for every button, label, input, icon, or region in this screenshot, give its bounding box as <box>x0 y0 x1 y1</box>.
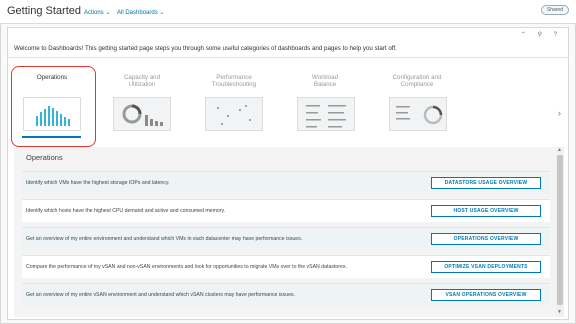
page-title: Getting Started <box>7 5 81 17</box>
gauge-icon <box>396 105 443 125</box>
list-item: Get an overview of my entire vSAN enviro… <box>22 283 550 306</box>
tab-capacity-utilization[interactable]: Capacity and Utilization <box>106 74 178 88</box>
panel-toolbar[interactable]: ⌃ ⚲ ? <box>521 31 562 38</box>
shared-badge[interactable]: Shared <box>540 5 569 15</box>
list-item: Identify which hosts have the highest CP… <box>22 199 550 222</box>
tab-configuration-label-1: Configuration and <box>392 74 442 81</box>
configuration-thumbnail[interactable] <box>389 97 447 131</box>
section-title: Operations <box>26 153 63 162</box>
list-item: Identify which VMs have the highest stor… <box>22 171 550 194</box>
workload-thumbnail[interactable] <box>297 97 355 131</box>
row-description: Compare the performance of my vSAN and n… <box>26 264 347 270</box>
scrollbar-thumb[interactable] <box>557 155 563 305</box>
donut-bar-icon <box>122 104 163 126</box>
tab-capacity-label-2: Utilization <box>128 81 156 88</box>
welcome-text: Welcome to Dashboards! This getting star… <box>14 45 397 52</box>
list-item: Compare the performance of my vSAN and n… <box>22 255 550 278</box>
row-description: Get an overview of my entire environment… <box>26 236 303 242</box>
capacity-thumbnail[interactable] <box>113 97 171 131</box>
tab-performance-troubleshooting[interactable]: Performance Troubleshooting <box>198 74 270 88</box>
optimize-vsan-deployments-button[interactable]: OPTIMIZE VSAN DEPLOYMENTS <box>431 261 541 273</box>
bar-chart-icon <box>36 106 70 126</box>
performance-thumbnail[interactable] <box>205 97 263 131</box>
divider <box>7 57 569 58</box>
tab-performance-label-1: Performance <box>216 74 252 81</box>
row-description: Get an overview of my entire vSAN enviro… <box>26 292 296 298</box>
tab-operations-label: Operations <box>36 74 68 81</box>
page-header: Getting Started Actions ⌄ All Dashboards… <box>0 0 576 24</box>
tab-workload-label-1: Workload <box>311 74 339 81</box>
tab-workload-label-2: Balance <box>313 81 337 88</box>
vsan-operations-overview-button[interactable]: VSAN OPERATIONS OVERVIEW <box>431 289 541 301</box>
list-icon <box>306 105 346 128</box>
actions-menu[interactable]: Actions ⌄ <box>84 9 110 16</box>
datastore-usage-overview-button[interactable]: DATASTORE USAGE OVERVIEW <box>431 177 541 189</box>
all-dashboards-menu[interactable]: All Dashboards ⌄ <box>117 9 164 16</box>
tab-performance-label-2: Troubleshooting <box>211 81 257 88</box>
scroll-down-icon[interactable]: ▼ <box>557 309 562 315</box>
operations-thumbnail[interactable] <box>23 97 81 131</box>
row-description: Identify which VMs have the highest stor… <box>26 180 170 186</box>
tab-configuration-compliance[interactable]: Configuration and Compliance <box>381 74 453 88</box>
tab-workload-balance[interactable]: Workload Balance <box>289 74 361 88</box>
tab-configuration-label-2: Compliance <box>400 81 434 88</box>
tab-capacity-label-1: Capacity and <box>123 74 161 81</box>
vertical-scrollbar[interactable]: ▲ ▼ <box>556 147 564 317</box>
chevron-right-icon[interactable]: › <box>558 108 561 118</box>
scroll-up-icon[interactable]: ▲ <box>557 147 562 153</box>
list-item: Get an overview of my entire environment… <box>22 227 550 250</box>
row-description: Identify which hosts have the highest CP… <box>26 208 226 214</box>
tab-operations[interactable]: Operations <box>16 74 88 81</box>
host-usage-overview-button[interactable]: HOST USAGE OVERVIEW <box>431 205 541 217</box>
operations-overview-button[interactable]: OPERATIONS OVERVIEW <box>431 233 541 245</box>
scatter-icon <box>217 105 251 125</box>
active-tab-underline <box>22 136 81 138</box>
